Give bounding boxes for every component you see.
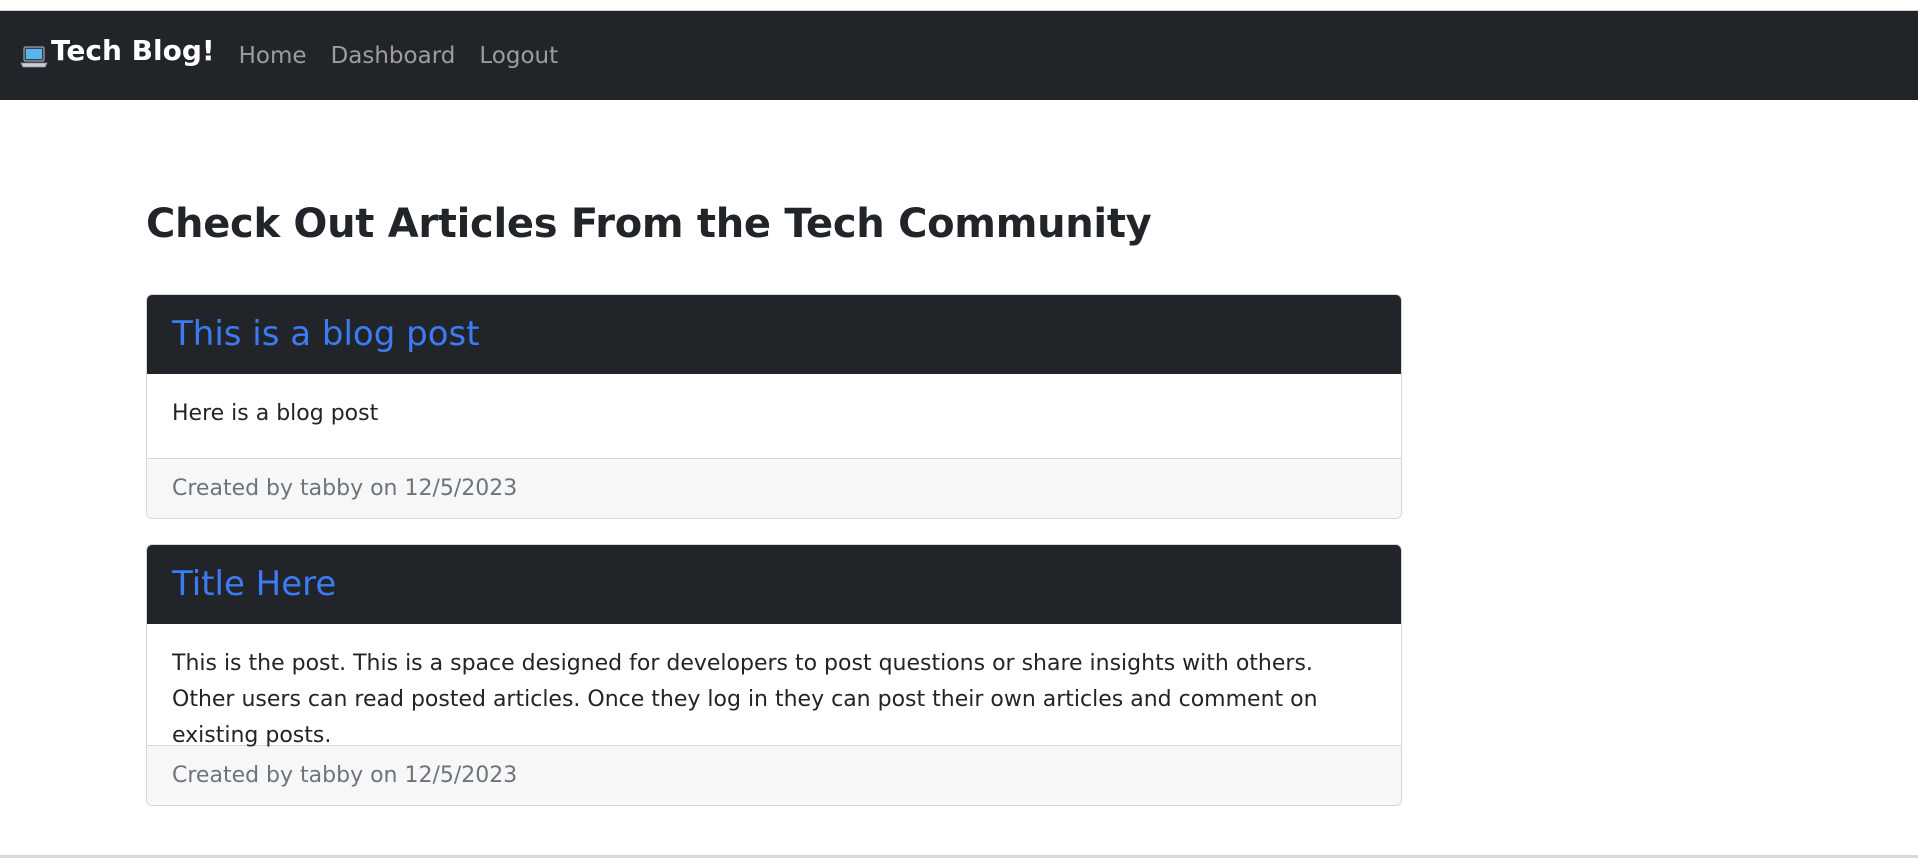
nav-home-link[interactable]: Home — [239, 43, 307, 69]
post-card: This is a blog post Here is a blog post … — [146, 294, 1402, 519]
laptop-icon — [20, 43, 48, 67]
bottom-divider — [0, 855, 1918, 858]
post-card-header: Title Here — [147, 545, 1401, 624]
browser-top-strip — [0, 0, 1918, 11]
nav-logout-link[interactable]: Logout — [479, 43, 558, 69]
post-title-link[interactable]: This is a blog post — [172, 314, 480, 354]
page: Tech Blog! Home Dashboard Logout Check O… — [0, 0, 1918, 859]
main-content: Check Out Articles From the Tech Communi… — [146, 196, 1402, 806]
page-title: Check Out Articles From the Tech Communi… — [146, 201, 1152, 247]
nav-links: Home Dashboard Logout — [239, 43, 582, 69]
navbar: Tech Blog! Home Dashboard Logout — [0, 11, 1918, 100]
post-card-body: Here is a blog post — [172, 401, 379, 426]
post-card: Title Here This is the post. This is a s… — [146, 544, 1402, 806]
post-card-footer: Created by tabby on 12/5/2023 — [147, 745, 1401, 805]
post-card-body: This is the post. This is a space design… — [172, 651, 1318, 748]
brand-link[interactable]: Tech Blog! — [20, 34, 215, 67]
post-title-link[interactable]: Title Here — [172, 564, 336, 604]
nav-dashboard-link[interactable]: Dashboard — [331, 43, 456, 69]
post-card-header: This is a blog post — [147, 295, 1401, 374]
post-card-footer: Created by tabby on 12/5/2023 — [147, 458, 1401, 518]
brand-text: Tech Blog! — [51, 34, 215, 67]
